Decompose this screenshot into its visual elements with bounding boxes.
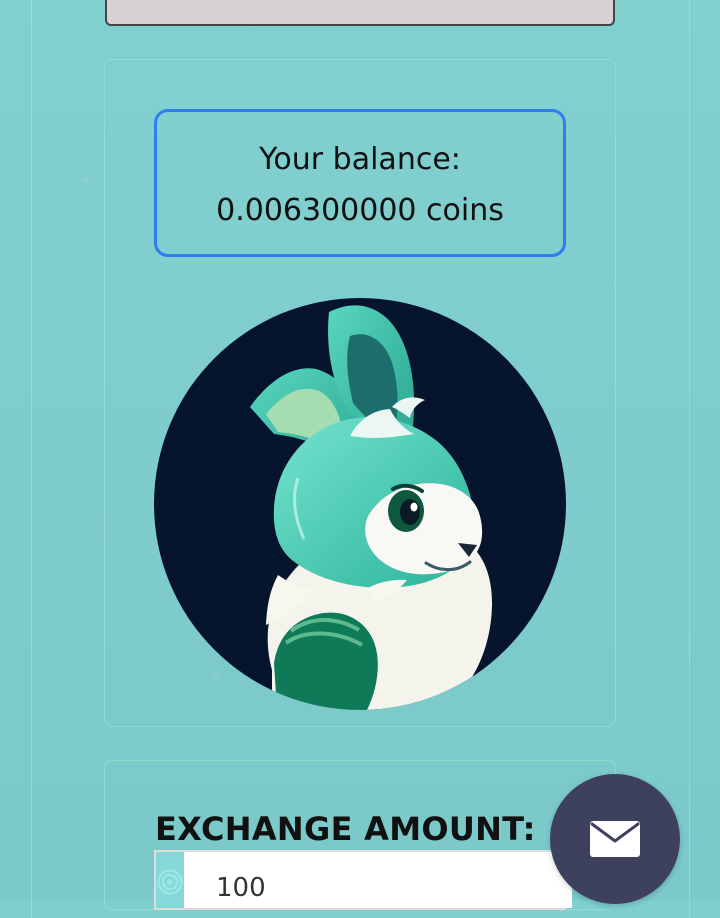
top-panel: [105, 0, 615, 26]
mail-button[interactable]: [550, 774, 680, 904]
exchange-amount-field: [154, 850, 572, 910]
balance-label: Your balance:: [259, 142, 461, 177]
balance-amount: 0.006300000 coins: [216, 193, 504, 228]
mail-icon: [590, 821, 640, 857]
exchange-amount-label: EXCHANGE AMOUNT:: [155, 810, 536, 848]
balance-box: Your balance: 0.006300000 coins: [154, 109, 566, 257]
bunny-avatar: [154, 298, 566, 710]
